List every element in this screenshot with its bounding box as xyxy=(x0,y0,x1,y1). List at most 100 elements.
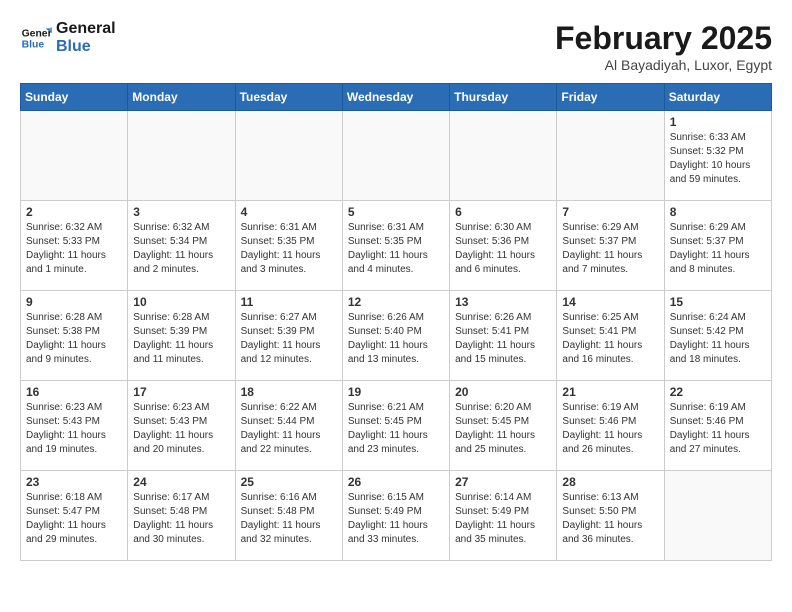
calendar-cell: 24 Sunrise: 6:17 AM Sunset: 5:48 PM Dayli… xyxy=(128,471,235,561)
calendar-cell: 1Sunrise: 6:33 AM Sunset: 5:32 PM Daylig… xyxy=(664,111,771,201)
day-number: 27 xyxy=(455,475,551,489)
calendar-cell xyxy=(21,111,128,201)
logo-line1: General xyxy=(56,20,116,38)
day-header-tuesday: Tuesday xyxy=(235,84,342,111)
day-info: Sunrise: 6:31 AM Sunset: 5:35 PM Dayligh… xyxy=(348,221,444,277)
calendar-cell: 28 Sunrise: 6:13 AM Sunset: 5:50 PM Dayli… xyxy=(557,471,664,561)
day-number: 4 xyxy=(241,205,337,219)
day-number: 17 xyxy=(133,385,229,399)
day-info: Sunrise: 6:23 AM Sunset: 5:43 PM Dayligh… xyxy=(133,401,229,457)
calendar-cell: 19 Sunrise: 6:21 AM Sunset: 5:45 PM Dayli… xyxy=(342,381,449,471)
day-number: 26 xyxy=(348,475,444,489)
day-info: Sunrise: 6:29 AM Sunset: 5:37 PM Dayligh… xyxy=(562,221,658,277)
calendar-cell: 9Sunrise: 6:28 AM Sunset: 5:38 PM Daylig… xyxy=(21,291,128,381)
day-info: Sunrise: 6:24 AM Sunset: 5:42 PM Dayligh… xyxy=(670,311,766,367)
day-info: Sunrise: 6:22 AM Sunset: 5:44 PM Dayligh… xyxy=(241,401,337,457)
day-number: 11 xyxy=(241,295,337,309)
day-header-friday: Friday xyxy=(557,84,664,111)
day-number: 12 xyxy=(348,295,444,309)
calendar-cell: 11 Sunrise: 6:27 AM Sunset: 5:39 PM Dayli… xyxy=(235,291,342,381)
day-number: 20 xyxy=(455,385,551,399)
page-header: General Blue General Blue February 2025 … xyxy=(20,20,772,73)
calendar-cell: 6 Sunrise: 6:30 AM Sunset: 5:36 PM Daylig… xyxy=(450,201,557,291)
week-row-3: 9Sunrise: 6:28 AM Sunset: 5:38 PM Daylig… xyxy=(21,291,772,381)
day-info: Sunrise: 6:21 AM Sunset: 5:45 PM Dayligh… xyxy=(348,401,444,457)
svg-text:General: General xyxy=(22,29,52,40)
calendar-cell: 16Sunrise: 6:23 AM Sunset: 5:43 PM Dayli… xyxy=(21,381,128,471)
logo-line2: Blue xyxy=(56,38,116,56)
day-info: Sunrise: 6:27 AM Sunset: 5:39 PM Dayligh… xyxy=(241,311,337,367)
day-number: 15 xyxy=(670,295,766,309)
day-info: Sunrise: 6:26 AM Sunset: 5:41 PM Dayligh… xyxy=(455,311,551,367)
day-number: 3 xyxy=(133,205,229,219)
day-info: Sunrise: 6:30 AM Sunset: 5:36 PM Dayligh… xyxy=(455,221,551,277)
day-header-thursday: Thursday xyxy=(450,84,557,111)
day-info: Sunrise: 6:28 AM Sunset: 5:39 PM Dayligh… xyxy=(133,311,229,367)
week-row-2: 2 Sunrise: 6:32 AM Sunset: 5:33 PM Daylig… xyxy=(21,201,772,291)
calendar-cell: 17 Sunrise: 6:23 AM Sunset: 5:43 PM Dayli… xyxy=(128,381,235,471)
day-number: 5 xyxy=(348,205,444,219)
day-number: 25 xyxy=(241,475,337,489)
week-row-1: 1Sunrise: 6:33 AM Sunset: 5:32 PM Daylig… xyxy=(21,111,772,201)
day-header-monday: Monday xyxy=(128,84,235,111)
calendar-cell: 4 Sunrise: 6:31 AM Sunset: 5:35 PM Daylig… xyxy=(235,201,342,291)
calendar-cell xyxy=(450,111,557,201)
day-info: Sunrise: 6:17 AM Sunset: 5:48 PM Dayligh… xyxy=(133,491,229,547)
calendar-cell: 18 Sunrise: 6:22 AM Sunset: 5:44 PM Dayli… xyxy=(235,381,342,471)
day-info: Sunrise: 6:18 AM Sunset: 5:47 PM Dayligh… xyxy=(26,491,122,547)
day-number: 22 xyxy=(670,385,766,399)
day-number: 10 xyxy=(133,295,229,309)
day-info: Sunrise: 6:16 AM Sunset: 5:48 PM Dayligh… xyxy=(241,491,337,547)
day-number: 6 xyxy=(455,205,551,219)
day-number: 28 xyxy=(562,475,658,489)
calendar-cell xyxy=(235,111,342,201)
day-headers-row: SundayMondayTuesdayWednesdayThursdayFrid… xyxy=(21,84,772,111)
calendar-cell xyxy=(128,111,235,201)
calendar-cell xyxy=(342,111,449,201)
calendar-cell: 2 Sunrise: 6:32 AM Sunset: 5:33 PM Daylig… xyxy=(21,201,128,291)
day-info: Sunrise: 6:15 AM Sunset: 5:49 PM Dayligh… xyxy=(348,491,444,547)
calendar-cell: 27Sunrise: 6:14 AM Sunset: 5:49 PM Dayli… xyxy=(450,471,557,561)
calendar-cell: 10 Sunrise: 6:28 AM Sunset: 5:39 PM Dayli… xyxy=(128,291,235,381)
day-number: 8 xyxy=(670,205,766,219)
calendar-cell xyxy=(557,111,664,201)
day-number: 2 xyxy=(26,205,122,219)
calendar-cell: 15 Sunrise: 6:24 AM Sunset: 5:42 PM Dayli… xyxy=(664,291,771,381)
calendar-cell: 8Sunrise: 6:29 AM Sunset: 5:37 PM Daylig… xyxy=(664,201,771,291)
title-block: February 2025 Al Bayadiyah, Luxor, Egypt xyxy=(555,20,772,73)
calendar-cell: 14 Sunrise: 6:25 AM Sunset: 5:41 PM Dayli… xyxy=(557,291,664,381)
day-info: Sunrise: 6:26 AM Sunset: 5:40 PM Dayligh… xyxy=(348,311,444,367)
day-info: Sunrise: 6:33 AM Sunset: 5:32 PM Dayligh… xyxy=(670,131,766,187)
calendar-cell: 12 Sunrise: 6:26 AM Sunset: 5:40 PM Dayli… xyxy=(342,291,449,381)
calendar-cell: 13 Sunrise: 6:26 AM Sunset: 5:41 PM Dayli… xyxy=(450,291,557,381)
day-info: Sunrise: 6:25 AM Sunset: 5:41 PM Dayligh… xyxy=(562,311,658,367)
day-number: 19 xyxy=(348,385,444,399)
logo: General Blue General Blue xyxy=(20,20,116,57)
day-number: 18 xyxy=(241,385,337,399)
day-info: Sunrise: 6:13 AM Sunset: 5:50 PM Dayligh… xyxy=(562,491,658,547)
day-number: 24 xyxy=(133,475,229,489)
calendar-cell: 7 Sunrise: 6:29 AM Sunset: 5:37 PM Daylig… xyxy=(557,201,664,291)
calendar-cell: 25 Sunrise: 6:16 AM Sunset: 5:48 PM Dayli… xyxy=(235,471,342,561)
day-number: 7 xyxy=(562,205,658,219)
day-number: 21 xyxy=(562,385,658,399)
logo-icon: General Blue xyxy=(20,22,52,54)
calendar-cell: 21Sunrise: 6:19 AM Sunset: 5:46 PM Dayli… xyxy=(557,381,664,471)
week-row-4: 16Sunrise: 6:23 AM Sunset: 5:43 PM Dayli… xyxy=(21,381,772,471)
day-header-sunday: Sunday xyxy=(21,84,128,111)
calendar-cell xyxy=(664,471,771,561)
day-info: Sunrise: 6:19 AM Sunset: 5:46 PM Dayligh… xyxy=(670,401,766,457)
calendar-cell: 26 Sunrise: 6:15 AM Sunset: 5:49 PM Dayli… xyxy=(342,471,449,561)
day-info: Sunrise: 6:23 AM Sunset: 5:43 PM Dayligh… xyxy=(26,401,122,457)
day-header-saturday: Saturday xyxy=(664,84,771,111)
day-number: 9 xyxy=(26,295,122,309)
calendar-cell: 5 Sunrise: 6:31 AM Sunset: 5:35 PM Daylig… xyxy=(342,201,449,291)
day-info: Sunrise: 6:31 AM Sunset: 5:35 PM Dayligh… xyxy=(241,221,337,277)
calendar-cell: 23Sunrise: 6:18 AM Sunset: 5:47 PM Dayli… xyxy=(21,471,128,561)
day-number: 14 xyxy=(562,295,658,309)
day-info: Sunrise: 6:32 AM Sunset: 5:33 PM Dayligh… xyxy=(26,221,122,277)
calendar-title: February 2025 xyxy=(555,20,772,57)
week-row-5: 23Sunrise: 6:18 AM Sunset: 5:47 PM Dayli… xyxy=(21,471,772,561)
calendar-cell: 3Sunrise: 6:32 AM Sunset: 5:34 PM Daylig… xyxy=(128,201,235,291)
day-number: 13 xyxy=(455,295,551,309)
